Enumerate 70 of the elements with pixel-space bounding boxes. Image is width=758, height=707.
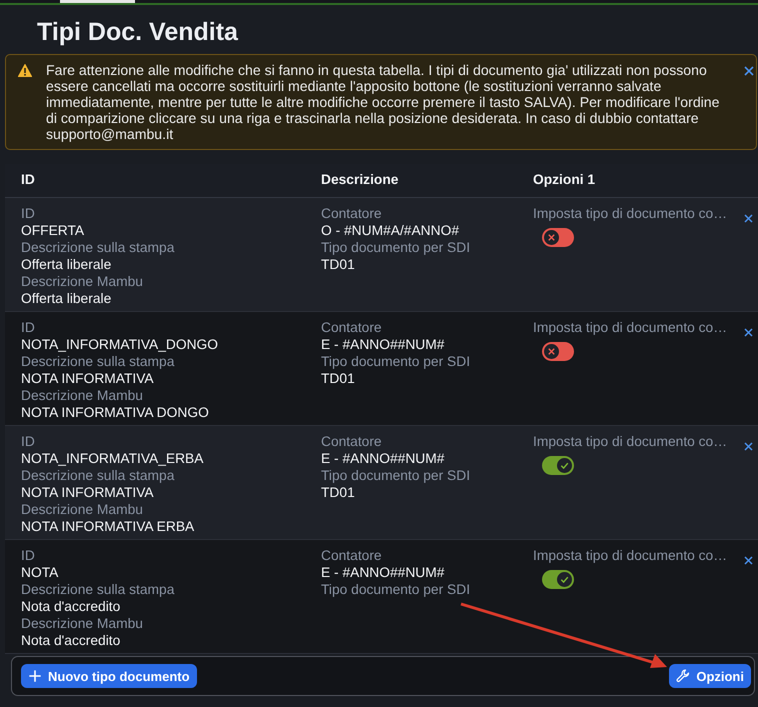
option-label: Imposta tipo di documento co… <box>533 206 728 222</box>
field-value: Offerta liberale <box>21 256 112 274</box>
toggle-switch[interactable] <box>542 456 574 475</box>
field-label: Tipo documento per SDI <box>321 468 472 484</box>
field-value: Offerta liberale <box>21 290 112 308</box>
field-value: TD01 <box>321 484 356 502</box>
field-value: E - #ANNO##NUM# <box>321 564 446 582</box>
field-label: ID <box>21 548 36 564</box>
x-icon[interactable] <box>744 328 753 337</box>
page-title: Tipi Doc. Vendita <box>36 17 239 48</box>
field-label: Tipo documento per SDI <box>321 354 472 370</box>
action-button[interactable]: Opzioni <box>669 664 751 688</box>
close-icon[interactable] <box>744 66 754 76</box>
field-value: Nota d'accredito <box>21 632 122 650</box>
field-value: TD01 <box>321 256 356 274</box>
warning-icon <box>18 64 32 77</box>
table-row[interactable]: ID NOTA_INFORMATIVA_DONGO Descrizione sulla stampa NOTA INFORMATIVA Descrizione Mambu NOTA INFORMATIVA DONGO Contatore E - #ANNO##NUM# Tipo documento per SDI TD01 Imposta tipo di documento co… <box>5 312 758 426</box>
field-value: NOTA INFORMATIVA <box>21 370 155 388</box>
field-value: O - #NUM#A/#ANNO# <box>321 222 460 240</box>
field-value: TD01 <box>321 370 356 388</box>
cross-icon <box>544 230 559 245</box>
alert-message: Fare attenzione alle modifiche che si fanno in questa tabella. I tipi di documento gia' utilizzati non possono essere cancellati ma occorre sostituirli mediante l'apposito bottone (le sostituzioni verranno salvate immediatamente, mentre per tutte le altre modifiche occorre premere il tasto SALVA). Per modificare l'ordine di comparizione cliccare su una riga e trascinarla nella posizione desiderata. In caso di dubbio contattare supporto@mambu.it <box>46 62 720 142</box>
field-value: NOTA INFORMATIVA ERBA <box>21 518 196 536</box>
field-label: ID <box>21 206 36 222</box>
field-label: Contatore <box>321 206 383 222</box>
x-icon[interactable] <box>744 442 753 451</box>
field-label: Descrizione Mambu <box>21 616 144 632</box>
field-value: E - #ANNO##NUM# <box>321 336 446 354</box>
field-label: Contatore <box>321 320 383 336</box>
field-value: E - #ANNO##NUM# <box>321 450 446 468</box>
field-value: NOTA_INFORMATIVA_ERBA <box>21 450 204 468</box>
column-header: Opzioni 1 <box>533 171 596 190</box>
table-row[interactable]: ID NOTA Descrizione sulla stampa Nota d'accredito Descrizione Mambu Nota d'accredito Contatore E - #ANNO##NUM# Tipo documento per SDI Imposta tipo di documento co… <box>5 540 758 654</box>
wrench-icon <box>676 669 690 683</box>
field-label: Descrizione sulla stampa <box>21 240 176 256</box>
action-button[interactable]: Nuovo tipo documento <box>21 664 197 688</box>
field-label: ID <box>21 434 36 450</box>
x-icon[interactable] <box>744 556 753 565</box>
column-header: Descrizione <box>321 171 400 190</box>
check-icon <box>557 572 572 587</box>
field-value: NOTA_INFORMATIVA_DONGO <box>21 336 220 354</box>
field-label: Descrizione Mambu <box>21 388 144 404</box>
option-label: Imposta tipo di documento co… <box>533 434 728 450</box>
field-value: Nota d'accredito <box>21 598 122 616</box>
x-icon[interactable] <box>744 214 753 223</box>
field-label: Descrizione sulla stampa <box>21 354 176 370</box>
toggle-switch[interactable] <box>542 570 574 589</box>
field-value: OFFERTA <box>21 222 86 240</box>
field-label: ID <box>21 320 36 336</box>
field-label: Tipo documento per SDI <box>321 240 472 256</box>
toggle-switch[interactable] <box>542 342 574 361</box>
field-label: Descrizione Mambu <box>21 274 144 290</box>
check-icon <box>557 458 572 473</box>
table-row[interactable]: ID OFFERTA Descrizione sulla stampa Offerta liberale Descrizione Mambu Offerta liberale Contatore O - #NUM#A/#ANNO# Tipo documento per SDI TD01 Imposta tipo di documento co… <box>5 198 758 312</box>
field-label: Tipo documento per SDI <box>321 582 472 598</box>
option-label: Imposta tipo di documento co… <box>533 320 728 336</box>
option-label: Imposta tipo di documento co… <box>533 548 728 564</box>
field-value: NOTA <box>21 564 60 582</box>
field-value: NOTA INFORMATIVA <box>21 484 155 502</box>
field-label: Descrizione sulla stampa <box>21 582 176 598</box>
field-label: Descrizione sulla stampa <box>21 468 176 484</box>
field-label: Contatore <box>321 548 383 564</box>
field-label: Contatore <box>321 434 383 450</box>
toggle-switch[interactable] <box>542 228 574 247</box>
column-header: ID <box>21 171 36 190</box>
field-value: NOTA INFORMATIVA DONGO <box>21 404 210 422</box>
plus-icon <box>28 669 42 683</box>
cross-icon <box>544 344 559 359</box>
table-row[interactable]: ID NOTA_INFORMATIVA_ERBA Descrizione sulla stampa NOTA INFORMATIVA Descrizione Mambu NOTA INFORMATIVA ERBA Contatore E - #ANNO##NUM# Tipo documento per SDI TD01 Imposta tipo di documento co… <box>5 426 758 540</box>
field-label: Descrizione Mambu <box>21 502 144 518</box>
